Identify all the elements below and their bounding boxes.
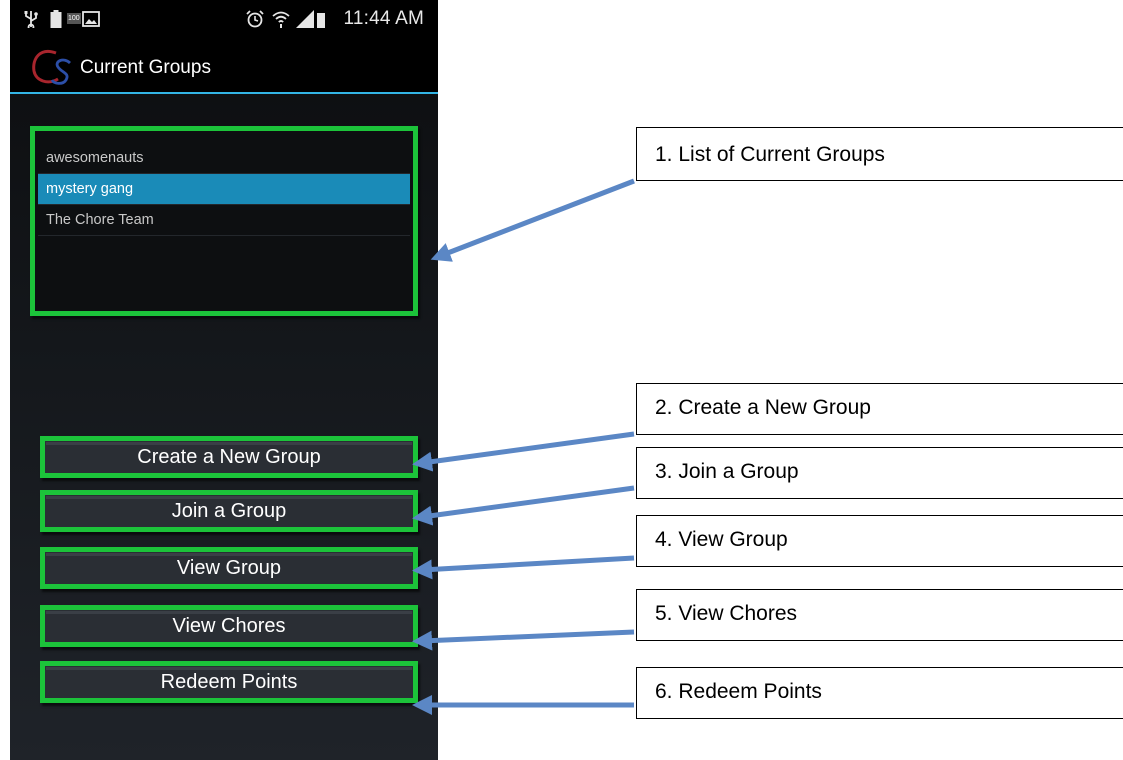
status-bar: 100 11:44 AM <box>10 0 438 38</box>
group-list[interactable]: awesomenauts mystery gang The Chore Team <box>30 126 418 316</box>
arrow-view-chores <box>412 629 635 651</box>
page-title: Current Groups <box>80 57 211 78</box>
callout-list-of-groups: 1. List of Current Groups <box>636 127 1123 181</box>
alarm-icon <box>246 10 264 28</box>
battery-icon <box>50 10 62 28</box>
callout-redeem-points: 6. Redeem Points <box>636 667 1123 719</box>
view-chores-button[interactable]: View Chores <box>40 605 418 647</box>
usb-icon <box>24 11 38 28</box>
create-group-button[interactable]: Create a New Group <box>40 436 418 478</box>
list-item[interactable]: awesomenauts <box>38 143 410 174</box>
arrow-view-group <box>412 555 635 580</box>
list-item-selected[interactable]: mystery gang <box>38 174 410 205</box>
view-group-button[interactable]: View Group <box>40 547 418 589</box>
status-time: 11:44 AM <box>343 8 424 29</box>
annotated-screenshot: 100 11:44 AM Current Groups awesomenauts… <box>0 0 1123 760</box>
action-bar-divider <box>10 92 438 94</box>
callout-view-chores: 5. View Chores <box>636 589 1123 641</box>
redeem-points-button[interactable]: Redeem Points <box>40 661 418 703</box>
arrow-create <box>412 431 635 472</box>
callout-join-group: 3. Join a Group <box>636 447 1123 499</box>
image-icon <box>82 11 100 27</box>
phone-screen: 100 11:44 AM Current Groups awesomenauts… <box>10 0 438 760</box>
list-item[interactable]: The Chore Team <box>38 205 410 236</box>
join-group-button[interactable]: Join a Group <box>40 490 418 532</box>
wifi-icon <box>272 11 290 28</box>
action-bar: Current Groups <box>10 38 438 92</box>
group-list-items: awesomenauts mystery gang The Chore Team <box>38 143 410 236</box>
arrow-list <box>430 178 635 262</box>
cs-logo-icon[interactable] <box>30 47 76 87</box>
callout-create-group: 2. Create a New Group <box>636 383 1123 435</box>
callout-view-group: 4. View Group <box>636 515 1123 567</box>
arrow-join <box>412 485 635 526</box>
signal-icon <box>296 10 325 28</box>
battery-badge: 100 <box>67 13 81 24</box>
